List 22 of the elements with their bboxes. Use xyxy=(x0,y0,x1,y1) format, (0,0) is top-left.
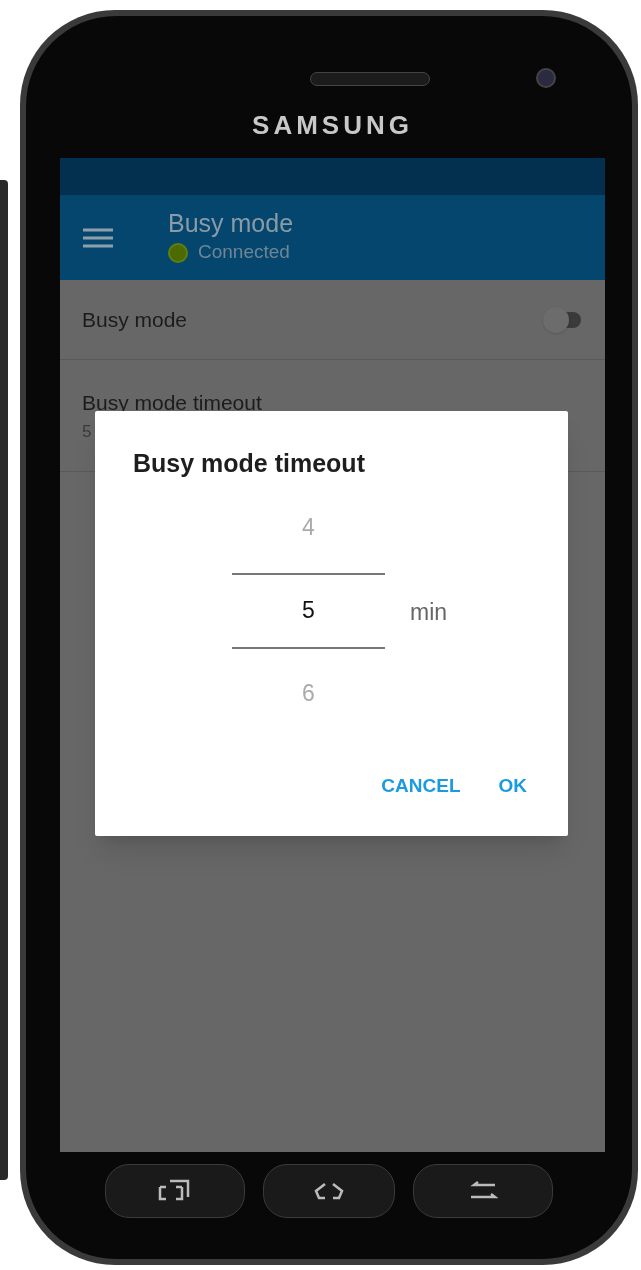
recent-apps-icon xyxy=(158,1179,192,1203)
unit-label: min xyxy=(410,597,448,627)
camera-lens xyxy=(536,68,556,88)
settings-row[interactable]: Busy mode xyxy=(60,280,605,360)
brand-logo: SAMSUNG xyxy=(251,109,414,142)
setting-title: Busy mode timeout xyxy=(82,390,262,416)
picker-number[interactable]: 6 xyxy=(232,648,385,739)
picker-number[interactable]: 5 xyxy=(232,572,385,649)
dialog-title: Busy mode timeout xyxy=(133,448,366,479)
recent-apps-key[interactable] xyxy=(105,1164,245,1218)
picker-number[interactable]: 4 xyxy=(232,482,385,573)
dialog-button[interactable]: OK xyxy=(492,763,533,808)
back-icon xyxy=(468,1181,498,1201)
back-key[interactable] xyxy=(413,1164,553,1218)
home-icon xyxy=(312,1180,346,1202)
home-key[interactable] xyxy=(263,1164,395,1218)
connection-status: Connected xyxy=(198,240,290,265)
toggle-switch[interactable] xyxy=(543,306,583,333)
setting-title: Busy mode xyxy=(82,306,188,333)
app-title: Busy mode xyxy=(168,208,294,239)
menu-icon[interactable] xyxy=(83,227,113,248)
dialog-button[interactable]: CANCEL xyxy=(375,763,467,808)
